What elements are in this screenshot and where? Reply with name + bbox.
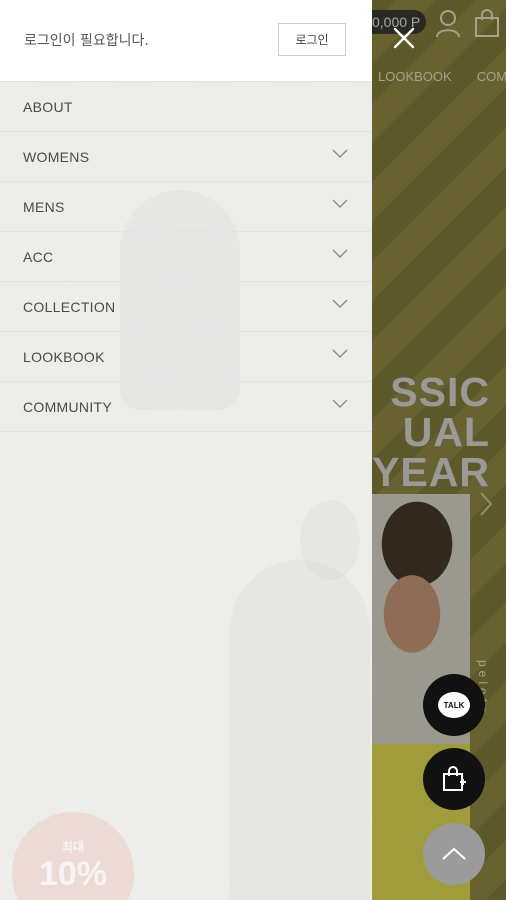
kakaotalk-icon: TALK [438,692,470,718]
menu-item-community[interactable]: COMMUNITY [0,382,372,432]
drawer-header: 로그인이 필요합니다. 로그인 [0,0,372,82]
menu-item-label: COLLECTION [23,298,116,315]
login-required-message: 로그인이 필요합니다. [24,33,149,49]
menu-item-lookbook[interactable]: LOOKBOOK [0,332,372,382]
menu-item-label: LOOKBOOK [23,348,105,365]
faded-discount-badge: 최대 10% [12,812,134,900]
arrow-up-icon [442,847,466,860]
menu-item-acc[interactable]: ACC [0,232,372,282]
menu-item-about[interactable]: ABOUT [0,82,372,132]
category-menu: ABOUT WOMENS MENS ACC COLLECTION LOOKBOO… [0,82,372,432]
login-button[interactable]: 로그인 [278,23,346,56]
scroll-top-button[interactable] [423,823,485,885]
chevron-down-icon[interactable] [332,249,348,259]
menu-item-label: MENS [23,198,65,215]
badge-big-text: 10% [38,855,108,893]
cart-button[interactable] [423,748,485,810]
menu-item-label: ACC [23,248,54,265]
menu-item-collection[interactable]: COLLECTION [0,282,372,332]
side-menu-drawer: 최대 10% 로그인이 필요합니다. 로그인 ABOUT WOMENS MENS… [0,0,372,900]
faded-figure [230,560,370,900]
faded-figure [300,500,360,580]
chevron-down-icon[interactable] [332,299,348,309]
kakaotalk-button[interactable]: TALK [423,674,485,736]
menu-item-label: WOMENS [23,148,90,165]
menu-item-label: COMMUNITY [23,398,113,415]
talk-label: TALK [443,700,465,710]
chevron-down-icon[interactable] [332,149,348,159]
chevron-down-icon[interactable] [332,399,348,409]
badge-small-text: 최대 [61,840,85,854]
menu-item-label: ABOUT [23,98,73,115]
shopping-bag-icon [443,766,466,791]
close-icon[interactable] [388,22,420,54]
menu-item-mens[interactable]: MENS [0,182,372,232]
chevron-down-icon[interactable] [332,199,348,209]
chevron-down-icon[interactable] [332,349,348,359]
menu-item-womens[interactable]: WOMENS [0,132,372,182]
